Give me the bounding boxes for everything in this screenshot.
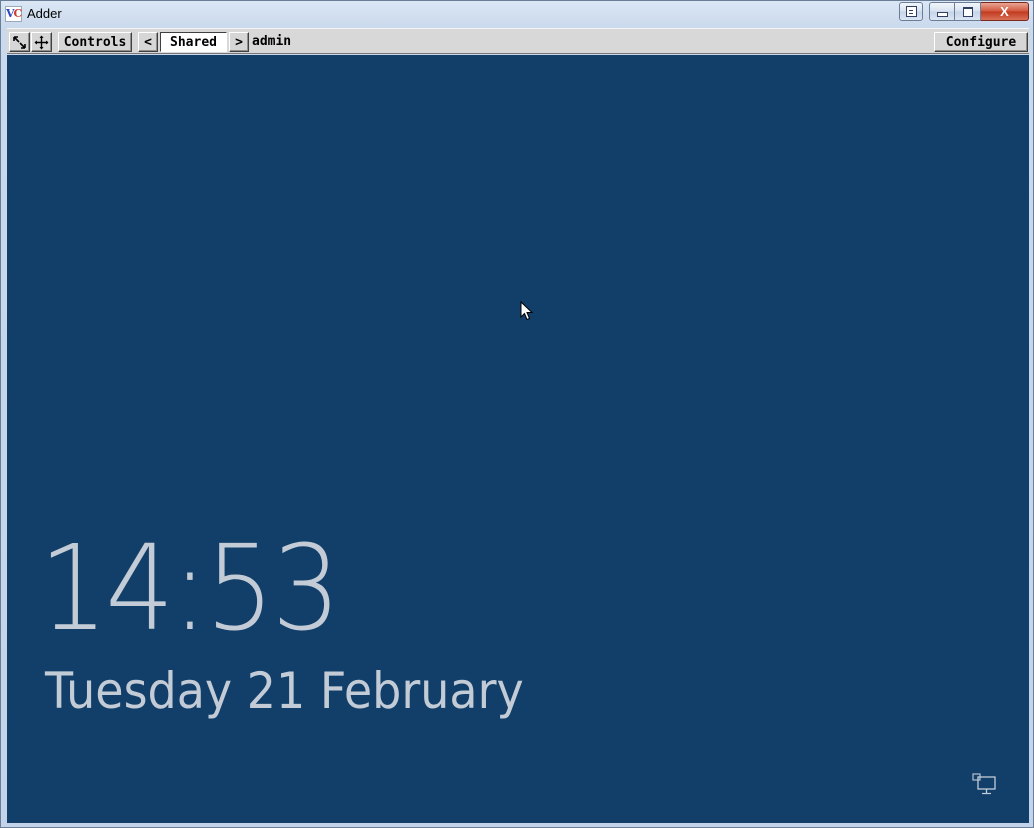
adder-app-icon: VC [5, 6, 22, 22]
maximize-icon [962, 6, 973, 17]
channel-name-field[interactable]: Shared [160, 32, 227, 52]
restore-to-window-button[interactable] [899, 2, 923, 21]
close-icon: X [1000, 4, 1009, 19]
next-channel-button[interactable]: > [229, 32, 249, 52]
maximize-button[interactable] [955, 2, 981, 21]
controls-button[interactable]: Controls [58, 32, 132, 52]
kvm-toolbar: Controls < Shared > admin Configure [7, 28, 1029, 54]
window-title: Adder [27, 6, 62, 21]
current-user-label: admin [252, 34, 292, 49]
previous-channel-button[interactable]: < [138, 32, 158, 52]
restore-to-window-icon [905, 6, 917, 17]
scale-button[interactable] [9, 32, 30, 52]
mouse-pointer-icon [520, 301, 534, 321]
network-monitor-icon[interactable] [971, 773, 997, 797]
remote-desktop-view[interactable]: 14:53 Tuesday 21 February [7, 55, 1029, 823]
title-bar[interactable]: VC Adder X [1, 1, 1033, 27]
minimize-icon [936, 12, 948, 17]
close-button[interactable]: X [981, 2, 1029, 21]
lock-screen-time: 14:53 [39, 519, 341, 657]
move-cross-icon [34, 35, 49, 49]
configure-button[interactable]: Configure [934, 32, 1028, 52]
move-button[interactable] [31, 32, 52, 52]
kvm-viewer-window: VC Adder X Controls < Shared > admin Con… [0, 0, 1034, 828]
lock-screen-date: Tuesday 21 February [45, 662, 524, 720]
minimize-button[interactable] [929, 2, 955, 21]
scale-arrows-icon [13, 35, 26, 49]
